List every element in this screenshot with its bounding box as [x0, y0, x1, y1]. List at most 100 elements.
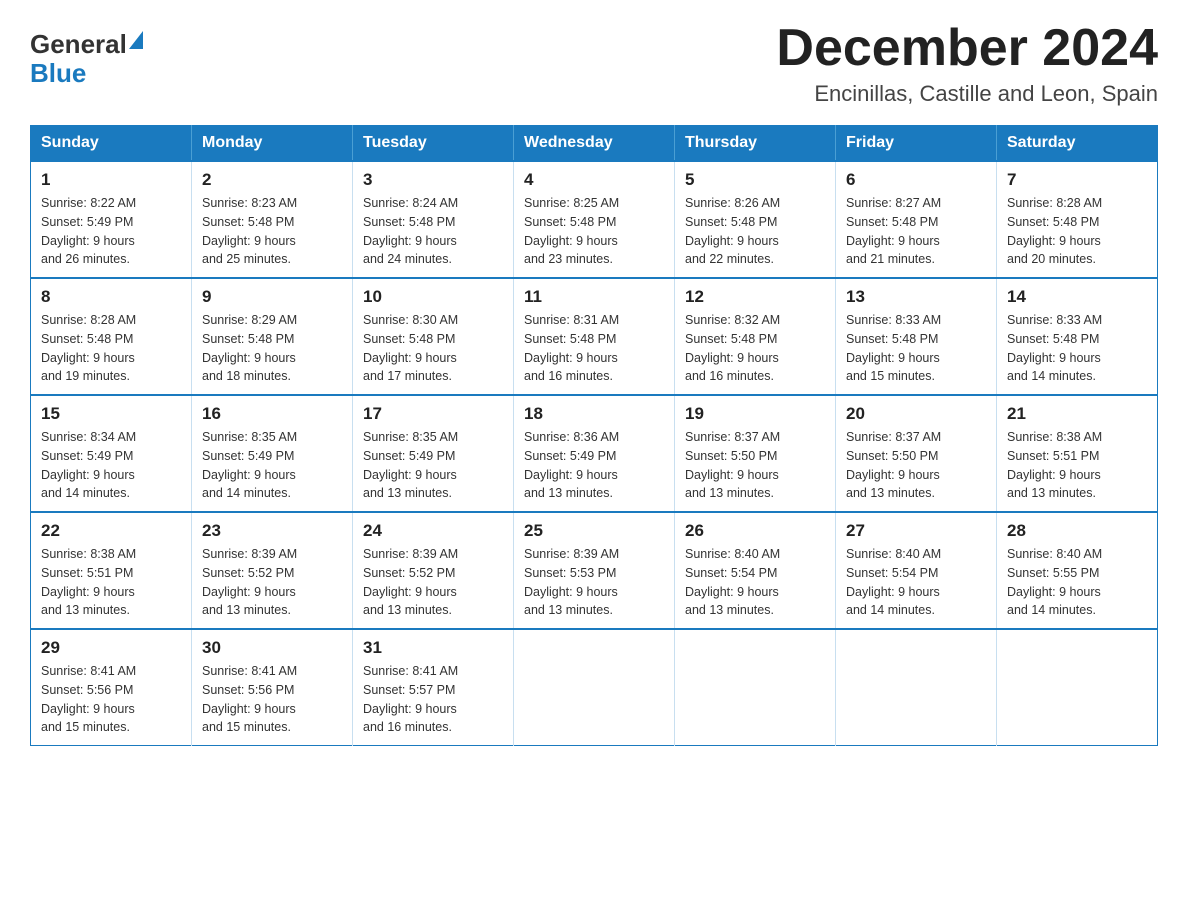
logo-blue: Blue: [30, 59, 143, 88]
calendar-day-cell: 24 Sunrise: 8:39 AMSunset: 5:52 PMDayligh…: [353, 512, 514, 629]
title-area: December 2024 Encinillas, Castille and L…: [776, 20, 1158, 107]
day-info: Sunrise: 8:40 AMSunset: 5:54 PMDaylight:…: [846, 545, 986, 620]
day-info: Sunrise: 8:24 AMSunset: 5:48 PMDaylight:…: [363, 194, 503, 269]
logo: General Blue: [30, 30, 143, 87]
weekday-header-saturday: Saturday: [997, 126, 1158, 162]
day-info: Sunrise: 8:37 AMSunset: 5:50 PMDaylight:…: [846, 428, 986, 503]
calendar-body: 1 Sunrise: 8:22 AMSunset: 5:49 PMDaylight…: [31, 161, 1158, 746]
calendar-day-cell: 21Sunrise: 8:38 AMSunset: 5:51 PMDayligh…: [997, 395, 1158, 512]
day-number: 1: [41, 170, 181, 190]
day-info: Sunrise: 8:26 AMSunset: 5:48 PMDaylight:…: [685, 194, 825, 269]
calendar-day-cell: 3 Sunrise: 8:24 AMSunset: 5:48 PMDaylight…: [353, 161, 514, 278]
day-info: Sunrise: 8:32 AMSunset: 5:48 PMDaylight:…: [685, 311, 825, 386]
day-number: 16: [202, 404, 342, 424]
calendar-day-cell: 17Sunrise: 8:35 AMSunset: 5:49 PMDayligh…: [353, 395, 514, 512]
calendar-day-cell: [997, 629, 1158, 746]
day-info: Sunrise: 8:28 AMSunset: 5:48 PMDaylight:…: [1007, 194, 1147, 269]
day-info: Sunrise: 8:36 AMSunset: 5:49 PMDaylight:…: [524, 428, 664, 503]
day-info: Sunrise: 8:40 AMSunset: 5:54 PMDaylight:…: [685, 545, 825, 620]
day-number: 5: [685, 170, 825, 190]
calendar-day-cell: 27 Sunrise: 8:40 AMSunset: 5:54 PMDayligh…: [836, 512, 997, 629]
day-info: Sunrise: 8:28 AMSunset: 5:48 PMDaylight:…: [41, 311, 181, 386]
calendar-week-row: 29Sunrise: 8:41 AMSunset: 5:56 PMDayligh…: [31, 629, 1158, 746]
weekday-header-thursday: Thursday: [675, 126, 836, 162]
day-info: Sunrise: 8:38 AMSunset: 5:51 PMDaylight:…: [41, 545, 181, 620]
calendar-day-cell: 4 Sunrise: 8:25 AMSunset: 5:48 PMDaylight…: [514, 161, 675, 278]
calendar-day-cell: 28 Sunrise: 8:40 AMSunset: 5:55 PMDayligh…: [997, 512, 1158, 629]
day-number: 26: [685, 521, 825, 541]
calendar-day-cell: 16 Sunrise: 8:35 AMSunset: 5:49 PMDayligh…: [192, 395, 353, 512]
day-info: Sunrise: 8:41 AMSunset: 5:56 PMDaylight:…: [41, 662, 181, 737]
day-number: 4: [524, 170, 664, 190]
day-number: 10: [363, 287, 503, 307]
day-info: Sunrise: 8:25 AMSunset: 5:48 PMDaylight:…: [524, 194, 664, 269]
calendar-day-cell: 18Sunrise: 8:36 AMSunset: 5:49 PMDayligh…: [514, 395, 675, 512]
calendar-week-row: 1 Sunrise: 8:22 AMSunset: 5:49 PMDaylight…: [31, 161, 1158, 278]
day-number: 31: [363, 638, 503, 658]
weekday-header-wednesday: Wednesday: [514, 126, 675, 162]
calendar-day-cell: [675, 629, 836, 746]
calendar-day-cell: [836, 629, 997, 746]
day-info: Sunrise: 8:38 AMSunset: 5:51 PMDaylight:…: [1007, 428, 1147, 503]
logo-triangle-icon: [129, 31, 143, 49]
day-info: Sunrise: 8:40 AMSunset: 5:55 PMDaylight:…: [1007, 545, 1147, 620]
calendar-day-cell: 5 Sunrise: 8:26 AMSunset: 5:48 PMDaylight…: [675, 161, 836, 278]
day-number: 20: [846, 404, 986, 424]
day-info: Sunrise: 8:37 AMSunset: 5:50 PMDaylight:…: [685, 428, 825, 503]
calendar-day-cell: 12 Sunrise: 8:32 AMSunset: 5:48 PMDayligh…: [675, 278, 836, 395]
calendar-day-cell: 11Sunrise: 8:31 AMSunset: 5:48 PMDayligh…: [514, 278, 675, 395]
day-info: Sunrise: 8:39 AMSunset: 5:52 PMDaylight:…: [363, 545, 503, 620]
weekday-header-row: SundayMondayTuesdayWednesdayThursdayFrid…: [31, 126, 1158, 162]
day-number: 28: [1007, 521, 1147, 541]
day-number: 3: [363, 170, 503, 190]
day-info: Sunrise: 8:33 AMSunset: 5:48 PMDaylight:…: [1007, 311, 1147, 386]
day-number: 9: [202, 287, 342, 307]
day-number: 12: [685, 287, 825, 307]
calendar-day-cell: 25 Sunrise: 8:39 AMSunset: 5:53 PMDayligh…: [514, 512, 675, 629]
day-number: 14: [1007, 287, 1147, 307]
day-info: Sunrise: 8:34 AMSunset: 5:49 PMDaylight:…: [41, 428, 181, 503]
day-info: Sunrise: 8:30 AMSunset: 5:48 PMDaylight:…: [363, 311, 503, 386]
calendar-day-cell: 22 Sunrise: 8:38 AMSunset: 5:51 PMDayligh…: [31, 512, 192, 629]
day-number: 22: [41, 521, 181, 541]
day-number: 27: [846, 521, 986, 541]
day-number: 15: [41, 404, 181, 424]
day-number: 19: [685, 404, 825, 424]
day-number: 17: [363, 404, 503, 424]
month-title: December 2024: [776, 20, 1158, 77]
calendar-day-cell: 30Sunrise: 8:41 AMSunset: 5:56 PMDayligh…: [192, 629, 353, 746]
calendar-day-cell: 31 Sunrise: 8:41 AMSunset: 5:57 PMDayligh…: [353, 629, 514, 746]
day-info: Sunrise: 8:35 AMSunset: 5:49 PMDaylight:…: [202, 428, 342, 503]
calendar-week-row: 8Sunrise: 8:28 AMSunset: 5:48 PMDaylight…: [31, 278, 1158, 395]
calendar-day-cell: 14 Sunrise: 8:33 AMSunset: 5:48 PMDayligh…: [997, 278, 1158, 395]
day-info: Sunrise: 8:41 AMSunset: 5:57 PMDaylight:…: [363, 662, 503, 737]
calendar-table: SundayMondayTuesdayWednesdayThursdayFrid…: [30, 125, 1158, 746]
day-info: Sunrise: 8:23 AMSunset: 5:48 PMDaylight:…: [202, 194, 342, 269]
calendar-day-cell: 15 Sunrise: 8:34 AMSunset: 5:49 PMDayligh…: [31, 395, 192, 512]
weekday-header-friday: Friday: [836, 126, 997, 162]
day-number: 25: [524, 521, 664, 541]
day-number: 2: [202, 170, 342, 190]
day-number: 24: [363, 521, 503, 541]
calendar-day-cell: 9 Sunrise: 8:29 AMSunset: 5:48 PMDaylight…: [192, 278, 353, 395]
day-info: Sunrise: 8:22 AMSunset: 5:49 PMDaylight:…: [41, 194, 181, 269]
weekday-header-monday: Monday: [192, 126, 353, 162]
weekday-header-sunday: Sunday: [31, 126, 192, 162]
calendar-day-cell: 7Sunrise: 8:28 AMSunset: 5:48 PMDaylight…: [997, 161, 1158, 278]
calendar-day-cell: 13Sunrise: 8:33 AMSunset: 5:48 PMDayligh…: [836, 278, 997, 395]
day-number: 13: [846, 287, 986, 307]
day-info: Sunrise: 8:39 AMSunset: 5:53 PMDaylight:…: [524, 545, 664, 620]
calendar-day-cell: 23Sunrise: 8:39 AMSunset: 5:52 PMDayligh…: [192, 512, 353, 629]
calendar-day-cell: 8Sunrise: 8:28 AMSunset: 5:48 PMDaylight…: [31, 278, 192, 395]
calendar-day-cell: 26 Sunrise: 8:40 AMSunset: 5:54 PMDayligh…: [675, 512, 836, 629]
calendar-day-cell: 20 Sunrise: 8:37 AMSunset: 5:50 PMDayligh…: [836, 395, 997, 512]
day-info: Sunrise: 8:39 AMSunset: 5:52 PMDaylight:…: [202, 545, 342, 620]
calendar-day-cell: 1 Sunrise: 8:22 AMSunset: 5:49 PMDaylight…: [31, 161, 192, 278]
calendar-week-row: 15 Sunrise: 8:34 AMSunset: 5:49 PMDayligh…: [31, 395, 1158, 512]
day-info: Sunrise: 8:29 AMSunset: 5:48 PMDaylight:…: [202, 311, 342, 386]
calendar-day-cell: 6Sunrise: 8:27 AMSunset: 5:48 PMDaylight…: [836, 161, 997, 278]
day-number: 6: [846, 170, 986, 190]
weekday-header-tuesday: Tuesday: [353, 126, 514, 162]
day-number: 11: [524, 287, 664, 307]
calendar-day-cell: 2 Sunrise: 8:23 AMSunset: 5:48 PMDaylight…: [192, 161, 353, 278]
